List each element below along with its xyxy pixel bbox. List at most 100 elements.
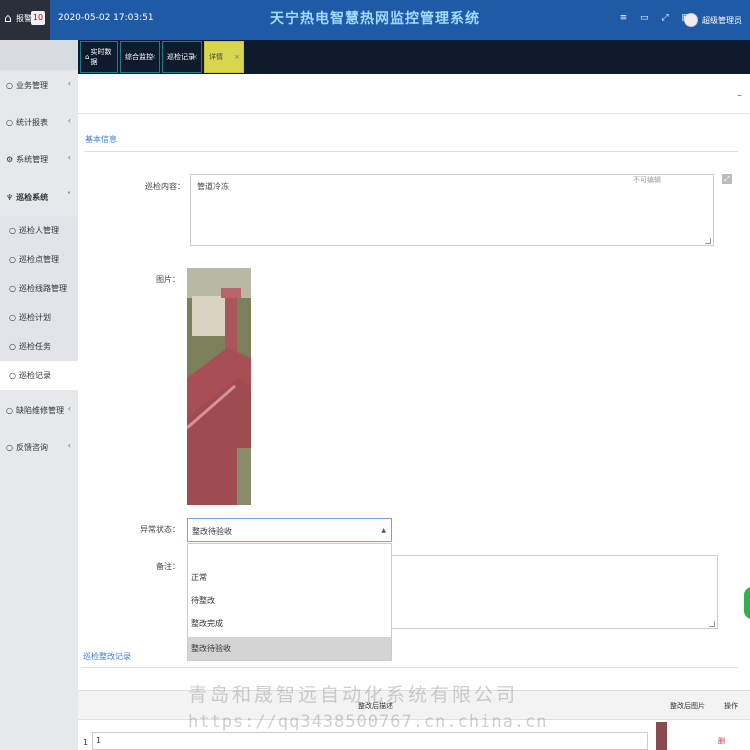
content-label: 巡检内容： xyxy=(145,182,185,191)
sidebar-subitem-task[interactable]: ○ 巡检任务 xyxy=(0,332,78,361)
tab-label: 综合监控 xyxy=(125,53,153,61)
chevron-left-icon: ‹ xyxy=(67,79,71,88)
row-delete-button[interactable]: 删 xyxy=(718,736,725,746)
status-select[interactable]: 整改待验收 ▲ xyxy=(187,518,392,542)
status-dropdown: 正常 待整改 整改完成 整改待验收 xyxy=(187,543,392,661)
tab-label: 详情 xyxy=(209,53,223,61)
gear-icon: ⚙ xyxy=(6,154,14,164)
status-option-normal[interactable]: 正常 xyxy=(188,566,391,589)
sidebar-item-reports[interactable]: ○ 统计报表 ‹ xyxy=(0,107,78,137)
sidebar-subitem-record[interactable]: ○ 巡检记录 xyxy=(0,361,78,390)
sidebar-subitem-plan[interactable]: ○ 巡检计划 xyxy=(0,303,78,332)
float-action-button[interactable] xyxy=(742,585,750,621)
status-label: 异常状态： xyxy=(140,525,180,534)
divider xyxy=(82,667,738,668)
sidebar-subitem-label: 巡检记录 xyxy=(18,371,51,380)
tab-monitor[interactable]: 综合监控 × xyxy=(120,41,160,73)
sidebar-subitem-label: 巡检计划 xyxy=(18,313,51,322)
status-option-done[interactable]: 整改完成 xyxy=(188,612,391,635)
current-datetime: 2020-05-02 17:03:51 xyxy=(58,13,154,23)
sidebar-item-label: 统计报表 xyxy=(15,117,48,127)
tab-label: 实时数据 xyxy=(90,48,112,66)
close-icon[interactable]: × xyxy=(192,53,198,61)
circle-icon: ○ xyxy=(9,313,16,322)
circle-icon: ○ xyxy=(6,117,13,127)
image-label: 图片： xyxy=(156,275,180,284)
expand-icon[interactable]: ⤢ xyxy=(722,174,732,184)
tab-label: 巡检记录 xyxy=(167,53,195,61)
circle-icon: ○ xyxy=(6,80,13,90)
alarm-button[interactable]: ⌂ 报警 10 xyxy=(0,0,50,40)
inspection-photo[interactable] xyxy=(187,268,251,505)
circle-icon: ○ xyxy=(9,255,16,264)
circle-icon: ○ xyxy=(6,442,13,452)
sidebar-subitem-label: 巡检点管理 xyxy=(18,255,59,264)
sidebar-subitem-point[interactable]: ○ 巡检点管理 xyxy=(0,245,78,274)
alarm-count-badge: 10 xyxy=(31,11,45,25)
chevron-left-icon: ‹ xyxy=(67,153,71,162)
fullscreen-icon[interactable]: ⤢ xyxy=(661,13,668,23)
home-icon: ⌂ xyxy=(85,53,90,61)
resize-handle[interactable] xyxy=(709,621,715,627)
column-image: 整改后图片 xyxy=(670,702,705,710)
tool-strip: – xyxy=(78,74,750,114)
sidebar-item-label: 反馈咨询 xyxy=(15,442,48,452)
sidebar-item-inspection[interactable]: ♆ 巡检系统 ˅ xyxy=(0,182,78,212)
monitor-icon[interactable]: ▭ xyxy=(640,13,649,23)
circle-icon: ○ xyxy=(6,405,13,415)
alarm-label: 报警 xyxy=(16,14,32,23)
alarm-icon: ⌂ xyxy=(4,11,12,25)
status-selected-value: 整改待验收 xyxy=(192,527,232,536)
caret-up-icon: ▲ xyxy=(381,527,386,534)
sidebar-item-system[interactable]: ⚙ 系统管理 ‹ xyxy=(0,144,78,174)
sidebar-subitem-label: 巡检任务 xyxy=(18,342,51,351)
row-image-thumbnail[interactable] xyxy=(656,722,667,750)
sidebar-item-label: 缺陷维修管理 xyxy=(15,405,64,415)
top-icons: ≡ ▭ ⤢ ▣ xyxy=(610,13,690,23)
chevron-left-icon: ‹ xyxy=(67,404,71,413)
close-icon[interactable]: × xyxy=(234,53,240,61)
resize-handle[interactable] xyxy=(705,238,711,244)
tab-realtime[interactable]: ⌂ 实时数据 xyxy=(80,41,118,73)
sidebar-item-defect[interactable]: ○ 缺陷维修管理 ‹ xyxy=(0,395,78,425)
sidebar-header xyxy=(0,40,78,70)
content-value: 管道冷冻 xyxy=(197,182,229,191)
user-menu[interactable]: 超级管理员 xyxy=(684,10,742,30)
status-option-awaiting[interactable]: 整改待验收 xyxy=(188,637,391,660)
circle-icon: ○ xyxy=(9,226,16,235)
inspection-icon: ♆ xyxy=(6,192,14,202)
pipe-photo-image xyxy=(187,268,251,505)
sidebar-subitem-route[interactable]: ○ 巡检线路管理 xyxy=(0,274,78,303)
sidebar-subitem-label: 巡检人管理 xyxy=(18,226,59,235)
chevron-left-icon: ‹ xyxy=(67,441,71,450)
watermark-company: 青岛和晟智远自动化系统有限公司 xyxy=(188,684,519,706)
sidebar-item-feedback[interactable]: ○ 反馈咨询 ‹ xyxy=(0,432,78,462)
sidebar-subitem-inspector[interactable]: ○ 巡检人管理 xyxy=(0,216,78,245)
circle-icon: ○ xyxy=(9,371,16,380)
close-icon[interactable]: × xyxy=(150,53,156,61)
app-title: 天宁热电智慧热网监控管理系统 xyxy=(270,11,480,27)
tab-bar: ⌂ 实时数据 综合监控 × 巡检记录 × 详情 × xyxy=(78,40,750,74)
sidebar-item-label: 业务管理 xyxy=(15,80,48,90)
top-bar: ⌂ 报警 10 2020-05-02 17:03:51 天宁热电智慧热网监控管理… xyxy=(0,0,750,40)
user-name: 超级管理员 xyxy=(702,15,742,25)
divider xyxy=(84,151,738,152)
sidebar-item-label: 系统管理 xyxy=(16,154,49,164)
status-option-pending[interactable]: 待整改 xyxy=(188,589,391,612)
circle-icon: ○ xyxy=(9,284,16,293)
row-desc-input[interactable]: 1 xyxy=(92,732,648,750)
row-index: 1 xyxy=(83,738,89,747)
tab-detail[interactable]: 详情 × xyxy=(204,41,244,73)
circle-icon: ○ xyxy=(9,342,16,351)
tab-records[interactable]: 巡检记录 × xyxy=(162,41,202,73)
sidebar-subitem-label: 巡检线路管理 xyxy=(18,284,67,293)
row-desc-value: 1 xyxy=(96,736,102,745)
sidebar-item-label: 巡检系统 xyxy=(16,192,49,202)
menu-icon[interactable]: ≡ xyxy=(620,13,628,23)
avatar xyxy=(684,13,698,27)
section-basic-info: 基本信息 xyxy=(85,135,117,144)
chevron-left-icon: ‹ xyxy=(67,116,71,125)
sidebar-item-business[interactable]: ○ 业务管理 ‹ xyxy=(0,70,78,100)
minimize-icon[interactable]: – xyxy=(737,90,742,101)
readonly-tag: 不可编辑 xyxy=(633,176,661,184)
